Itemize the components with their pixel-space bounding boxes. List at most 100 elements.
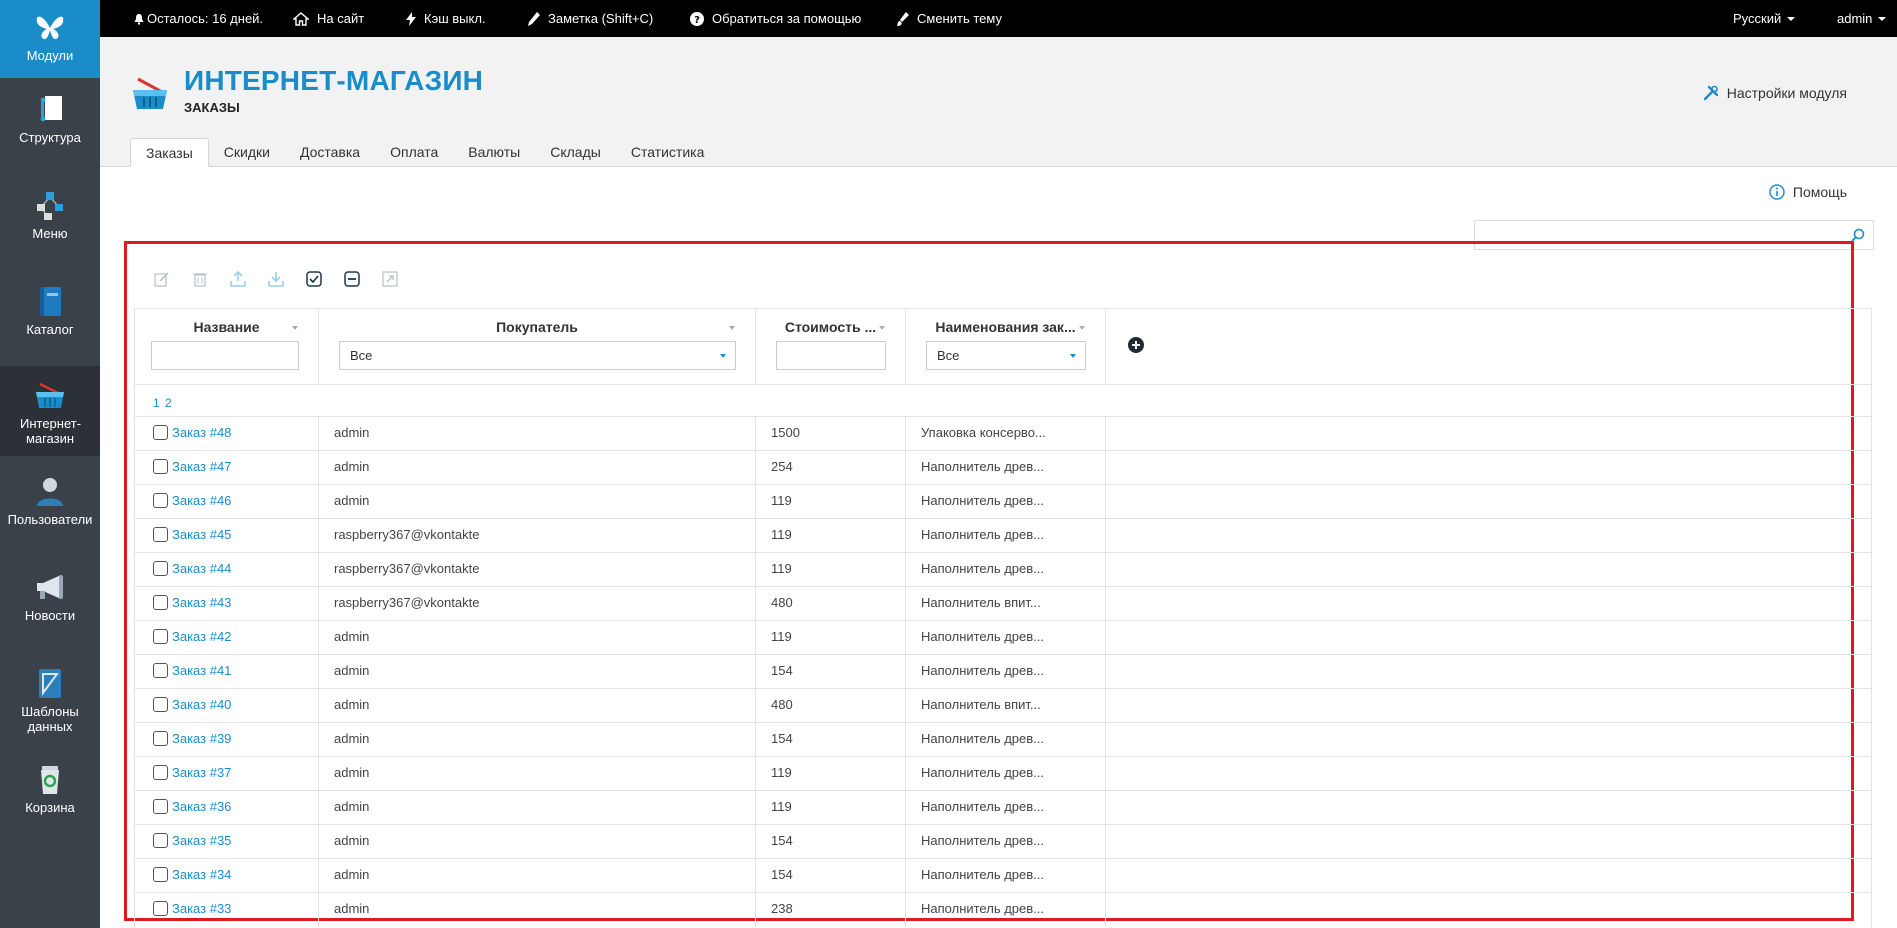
table-row: Заказ #37 admin 119 Наполнитель древ... xyxy=(135,756,1871,791)
table-body: Заказ #48 admin 1500 Упаковка консерво... З… xyxy=(135,416,1871,927)
sidebar-item-label: Пользователи xyxy=(7,512,93,527)
bell-icon xyxy=(134,13,144,25)
butterfly-icon xyxy=(36,16,64,40)
structure-icon xyxy=(40,96,62,122)
column-items[interactable]: Наименования зак... Все xyxy=(906,309,1106,385)
order-link[interactable]: Заказ #35 xyxy=(172,833,231,848)
user-menu[interactable]: admin xyxy=(1837,0,1887,37)
table-row: Заказ #33 admin 238 Наполнитель древ... xyxy=(135,892,1871,927)
cost-cell: 154 xyxy=(756,825,906,859)
sidebar-item-users[interactable]: Пользователи xyxy=(0,474,100,548)
tab-payment[interactable]: Оплата xyxy=(375,138,453,167)
column-name[interactable]: Название xyxy=(135,309,319,385)
tab-discounts[interactable]: Скидки xyxy=(209,138,285,167)
table-row: Заказ #43 raspberry367@vkontakte 480 Наполн… xyxy=(135,586,1871,621)
delete-button[interactable] xyxy=(190,269,210,289)
tab-delivery[interactable]: Доставка xyxy=(285,138,375,167)
grid-toolbar xyxy=(152,269,400,289)
row-checkbox[interactable] xyxy=(153,629,168,644)
order-link[interactable]: Заказ #33 xyxy=(172,901,231,916)
order-link[interactable]: Заказ #45 xyxy=(172,527,231,542)
select-all-button[interactable] xyxy=(304,269,324,289)
order-link[interactable]: Заказ #36 xyxy=(172,799,231,814)
table-row: Заказ #48 admin 1500 Упаковка консерво... xyxy=(135,416,1871,451)
cost-filter-input[interactable] xyxy=(776,341,886,370)
svg-text:?: ? xyxy=(694,15,700,26)
export-button[interactable] xyxy=(228,269,248,289)
module-settings-link[interactable]: Настройки модуля xyxy=(1703,85,1847,101)
row-checkbox[interactable] xyxy=(153,833,168,848)
order-link[interactable]: Заказ #47 xyxy=(172,459,231,474)
tab-warehouses[interactable]: Склады xyxy=(535,138,616,167)
sidebar-item-catalog[interactable]: Каталог xyxy=(0,284,100,358)
order-link[interactable]: Заказ #40 xyxy=(172,697,231,712)
row-checkbox[interactable] xyxy=(153,697,168,712)
order-link[interactable]: Заказ #43 xyxy=(172,595,231,610)
column-buyer[interactable]: Покупатель Все xyxy=(319,309,756,385)
edit-button[interactable] xyxy=(152,269,172,289)
search-icon[interactable] xyxy=(1851,228,1865,242)
license-notice[interactable]: Осталось: 16 дней. xyxy=(133,0,263,37)
sidebar-item-news[interactable]: Новости xyxy=(0,570,100,644)
order-link[interactable]: Заказ #39 xyxy=(172,731,231,746)
order-link[interactable]: Заказ #48 xyxy=(172,425,231,440)
order-link[interactable]: Заказ #42 xyxy=(172,629,231,644)
tab-orders[interactable]: Заказы xyxy=(130,138,209,167)
cache-toggle[interactable]: Кэш выкл. xyxy=(406,0,486,37)
row-checkbox[interactable] xyxy=(153,527,168,542)
row-checkbox[interactable] xyxy=(153,799,168,814)
row-checkbox[interactable] xyxy=(153,901,168,916)
note-button[interactable]: Заметка (Shift+C) xyxy=(528,0,653,37)
row-checkbox[interactable] xyxy=(153,867,168,882)
menu-tree-icon xyxy=(37,192,63,220)
open-button[interactable] xyxy=(380,269,400,289)
change-theme-button[interactable]: Сменить тему xyxy=(897,0,1002,37)
sort-icon[interactable] xyxy=(1079,326,1085,330)
order-link[interactable]: Заказ #37 xyxy=(172,765,231,780)
language-select[interactable]: Русский xyxy=(1733,0,1796,37)
order-link[interactable]: Заказ #41 xyxy=(172,663,231,678)
to-site-link[interactable]: На сайт xyxy=(293,0,364,37)
cost-cell: 119 xyxy=(756,791,906,825)
support-button[interactable]: ? Обратиться за помощью xyxy=(690,0,861,37)
pagination[interactable]: 1 2 xyxy=(153,396,172,410)
sidebar-item-menu[interactable]: Меню xyxy=(0,188,100,262)
buyer-cell: admin xyxy=(319,417,756,451)
row-checkbox[interactable] xyxy=(153,459,168,474)
row-checkbox[interactable] xyxy=(153,765,168,780)
sidebar-item-trash[interactable]: Корзина xyxy=(0,762,100,836)
add-column-icon[interactable] xyxy=(1128,337,1144,353)
items-filter-select[interactable]: Все xyxy=(926,341,1086,370)
sidebar-item-templates[interactable]: Шаблоны данных xyxy=(0,666,100,740)
column-cost[interactable]: Стоимость ... xyxy=(756,309,906,385)
row-checkbox[interactable] xyxy=(153,425,168,440)
row-checkbox[interactable] xyxy=(153,731,168,746)
sort-icon[interactable] xyxy=(879,326,885,330)
name-filter-input[interactable] xyxy=(151,341,299,370)
sidebar-item-label: Каталог xyxy=(26,322,74,337)
sidebar-item-modules[interactable]: Модули xyxy=(0,0,100,78)
order-link[interactable]: Заказ #34 xyxy=(172,867,231,882)
items-cell: Наполнитель древ... xyxy=(906,553,1106,587)
cost-cell: 480 xyxy=(756,689,906,723)
tab-statistics[interactable]: Статистика xyxy=(616,138,720,167)
megaphone-icon xyxy=(37,575,63,599)
buyer-filter-select[interactable]: Все xyxy=(339,341,736,370)
help-link[interactable]: Помощь xyxy=(1769,184,1847,200)
table-row: Заказ #45 raspberry367@vkontakte 119 Наполн… xyxy=(135,518,1871,553)
import-button[interactable] xyxy=(266,269,286,289)
tab-bar: Заказы Скидки Доставка Оплата Валюты Скл… xyxy=(130,138,719,167)
cost-cell: 119 xyxy=(756,553,906,587)
sort-icon[interactable] xyxy=(729,326,735,330)
order-link[interactable]: Заказ #44 xyxy=(172,561,231,576)
deselect-all-button[interactable] xyxy=(342,269,362,289)
row-checkbox[interactable] xyxy=(153,493,168,508)
row-checkbox[interactable] xyxy=(153,595,168,610)
row-checkbox[interactable] xyxy=(153,561,168,576)
sidebar-item-structure[interactable]: Структура xyxy=(0,92,100,166)
sidebar-item-shop[interactable]: Интернет-магазин xyxy=(0,366,100,456)
order-link[interactable]: Заказ #46 xyxy=(172,493,231,508)
tab-currencies[interactable]: Валюты xyxy=(453,138,535,167)
sort-icon[interactable] xyxy=(292,326,298,330)
row-checkbox[interactable] xyxy=(153,663,168,678)
